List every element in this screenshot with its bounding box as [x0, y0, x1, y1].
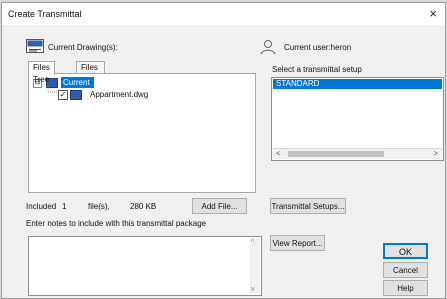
included-label: Included	[26, 202, 57, 211]
current-drawing-icon	[26, 39, 44, 53]
scroll-up-icon[interactable]: ^	[251, 239, 254, 246]
current-drawings-label: Current Drawing(s):	[48, 43, 118, 52]
included-size: 280 KB	[130, 202, 157, 211]
title-bar: Create Transmittal ×	[2, 3, 445, 25]
view-report-button[interactable]: View Report...	[270, 235, 325, 251]
ok-button[interactable]: OK	[383, 243, 428, 259]
help-button[interactable]: Help	[383, 280, 428, 296]
transmittal-setup-list[interactable]: STANDARD < >	[271, 77, 444, 161]
notes-textarea[interactable]: ^ v	[28, 236, 262, 296]
dwg-file-icon	[70, 90, 82, 100]
files-tree-panel: ⊟ Current Drawing ✓ Appartment.dwg	[28, 73, 256, 193]
cancel-button[interactable]: Cancel	[383, 262, 428, 278]
add-file-button[interactable]: Add File...	[192, 198, 247, 214]
window-title: Create Transmittal	[8, 9, 82, 19]
current-drawing-node[interactable]: Current Drawing	[61, 77, 95, 98]
file-checkbox[interactable]: ✓	[58, 90, 68, 100]
close-icon[interactable]: ×	[429, 7, 437, 20]
current-user-label: Current user:heron	[284, 43, 352, 52]
tab-files-tree[interactable]: Files Tree	[28, 61, 55, 84]
scroll-down-icon[interactable]: v	[251, 286, 255, 293]
files-label: file(s),	[88, 202, 110, 211]
scroll-left-icon[interactable]: <	[276, 149, 281, 159]
setup-standard-item[interactable]: STANDARD	[273, 79, 442, 89]
transmittal-setups-button[interactable]: Transmittal Setups...	[270, 198, 346, 214]
user-icon	[260, 40, 276, 55]
setup-horizontal-scrollbar[interactable]: < >	[273, 148, 442, 159]
included-count: 1	[62, 202, 67, 211]
tree-connector-icon	[47, 86, 57, 93]
notes-label: Enter notes to include with this transmi…	[26, 219, 207, 228]
create-transmittal-dialog: Create Transmittal × Current Drawing(s):…	[1, 2, 446, 299]
transmittal-setup-label: Select a transmittal setup	[272, 65, 362, 74]
file-label: Appartment.dwg	[90, 90, 149, 99]
notes-scrollbar[interactable]: ^ v	[250, 238, 260, 294]
scroll-right-icon[interactable]: >	[433, 149, 438, 159]
scrollbar-thumb[interactable]	[288, 151, 384, 157]
